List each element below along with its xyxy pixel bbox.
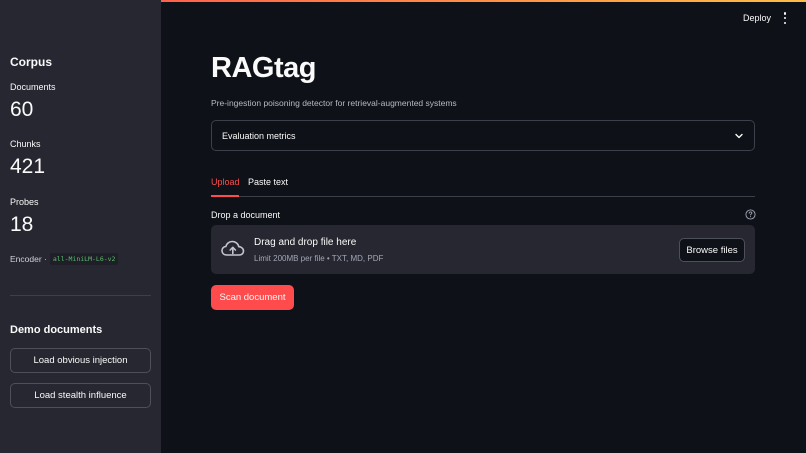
expander-label: Evaluation metrics bbox=[222, 130, 296, 141]
tab-upload[interactable]: Upload bbox=[211, 177, 240, 197]
scan-document-button[interactable]: Scan document bbox=[211, 285, 294, 310]
tab-paste-text[interactable]: Paste text bbox=[248, 177, 288, 197]
sidebar: Corpus Documents 60 Chunks 421 Probes 18… bbox=[0, 0, 161, 453]
tab-bar: Upload Paste text bbox=[211, 177, 755, 197]
metric-value-documents: 60 bbox=[10, 98, 34, 121]
browse-files-button[interactable]: Browse files bbox=[679, 238, 745, 262]
sidebar-title: Corpus bbox=[10, 55, 52, 69]
encoder-name-code: all-MiniLM-L6-v2 bbox=[49, 253, 119, 265]
cloud-upload-icon bbox=[221, 240, 245, 256]
metric-label-documents: Documents bbox=[10, 82, 56, 92]
metric-value-probes: 18 bbox=[10, 213, 34, 236]
help-icon[interactable] bbox=[745, 209, 756, 220]
metric-label-chunks: Chunks bbox=[10, 139, 41, 149]
chevron-down-icon bbox=[735, 133, 743, 138]
load-obvious-injection-button[interactable]: Load obvious injection bbox=[10, 348, 151, 373]
file-dropzone[interactable]: Drag and drop file here Limit 200MB per … bbox=[211, 225, 755, 274]
metric-label-probes: Probes bbox=[10, 197, 39, 207]
dropzone-title: Drag and drop file here bbox=[254, 237, 357, 248]
evaluation-metrics-expander[interactable]: Evaluation metrics bbox=[211, 120, 755, 151]
metric-value-chunks: 421 bbox=[10, 155, 46, 178]
encoder-label: Encoder · bbox=[10, 254, 47, 264]
uploader-label: Drop a document bbox=[211, 210, 281, 220]
page-subtitle: Pre-ingestion poisoning detector for ret… bbox=[211, 98, 457, 108]
sidebar-divider bbox=[10, 295, 151, 296]
demo-documents-title: Demo documents bbox=[10, 324, 103, 336]
load-stealth-influence-button[interactable]: Load stealth influence bbox=[10, 383, 151, 408]
deploy-button[interactable]: Deploy bbox=[743, 13, 771, 23]
kebab-menu-icon[interactable] bbox=[780, 11, 790, 25]
page-title: RAGtag bbox=[211, 52, 316, 84]
encoder-info: Encoder · all-MiniLM-L6-v2 bbox=[10, 253, 119, 265]
dropzone-limit: Limit 200MB per file • TXT, MD, PDF bbox=[254, 254, 384, 263]
